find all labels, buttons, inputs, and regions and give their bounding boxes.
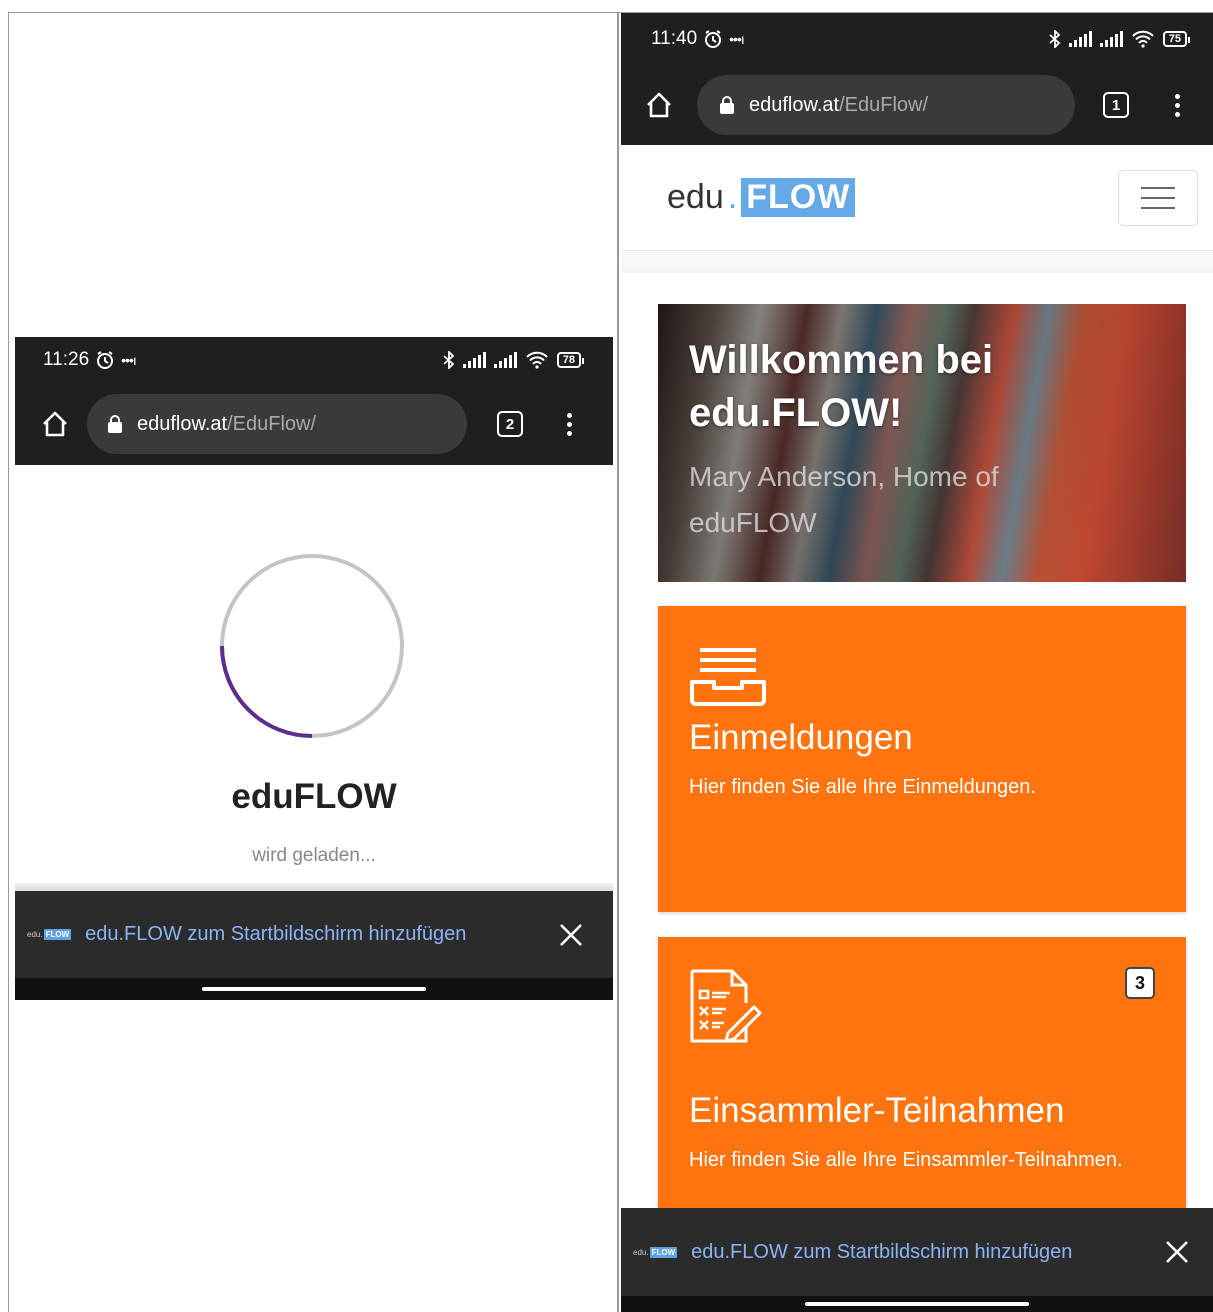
- home-button[interactable]: [35, 404, 75, 444]
- battery-icon: 78: [556, 352, 585, 368]
- tab-switcher-button[interactable]: 2: [497, 411, 523, 437]
- site-logo[interactable]: edu. FLOW: [667, 178, 856, 217]
- battery-icon: 75: [1162, 31, 1191, 47]
- mini-logo: edu. FLOW: [27, 929, 72, 940]
- url-path: /EduFlow/: [839, 93, 929, 116]
- inbox-tray-icon: [690, 648, 766, 706]
- alarm-icon: [97, 351, 114, 369]
- home-button[interactable]: [639, 85, 679, 125]
- bluetooth-icon: [1049, 30, 1061, 48]
- add-to-homescreen-banner[interactable]: edu. FLOW edu.FLOW zum Startbildschirm hi…: [621, 1208, 1213, 1296]
- url-host: eduflow.at: [749, 93, 840, 116]
- count-badge: 3: [1125, 967, 1155, 999]
- home-icon: [647, 92, 671, 118]
- nav-handle[interactable]: [805, 1302, 1029, 1306]
- card-einsammler-teilnahmen[interactable]: 3 Einsammler-Teilnahmen Hier finden Sie …: [658, 937, 1186, 1237]
- browser-menu-button[interactable]: [1167, 93, 1187, 117]
- more-notifications-icon: •••ı: [121, 352, 137, 368]
- tab-switcher-button[interactable]: 1: [1103, 92, 1129, 118]
- close-icon[interactable]: [1163, 1238, 1191, 1266]
- loading-app-name: eduFLOW: [231, 777, 397, 816]
- home-icon: [43, 411, 67, 437]
- content-shadow: [15, 883, 613, 891]
- address-bar[interactable]: eduflow.at/EduFlow/: [87, 394, 467, 454]
- signal-icon-2: [493, 352, 517, 368]
- card-description: Hier finden Sie alle Ihre Einsammler-Tei…: [689, 1149, 1123, 1171]
- loading-status-text: wird geladen...: [252, 845, 376, 866]
- panel-divider: [617, 12, 619, 1312]
- signal-icon-1: [1068, 31, 1092, 47]
- lock-icon: [720, 96, 734, 114]
- hero-subtitle: Mary Anderson, Home of eduFLOW: [689, 461, 999, 538]
- url-host: eduflow.at: [137, 412, 228, 435]
- welcome-hero: Willkommen bei edu.FLOW! Mary Anderson, …: [658, 304, 1186, 582]
- status-time: 11:26: [43, 349, 90, 370]
- card-title: Einmeldungen: [689, 718, 913, 757]
- status-bar: 11:26 •••ı 78: [15, 337, 613, 383]
- browser-toolbar: eduflow.at/EduFlow/ 1: [621, 65, 1213, 145]
- site-header: edu. FLOW: [621, 145, 1213, 251]
- card-description: Hier finden Sie alle Ihre Einmeldungen.: [689, 776, 1036, 798]
- wifi-icon: [526, 351, 548, 369]
- left-phone-screen: 11:26 •••ı 78 eduflow.at/EduFlow/ 2 eduF…: [15, 337, 613, 1000]
- gesture-nav-bar: [621, 1296, 1213, 1312]
- header-shadow: [621, 251, 1213, 273]
- lock-icon: [108, 415, 122, 433]
- signal-icon-1: [462, 352, 486, 368]
- spinner-progress-arc: [220, 645, 313, 738]
- hamburger-icon: [1141, 186, 1175, 189]
- checklist-edit-icon: [690, 969, 762, 1043]
- nav-handle[interactable]: [202, 987, 426, 991]
- right-phone-screen: 11:40 •••ı 75 eduflow.at/EduFlow/ 1 edu.…: [621, 13, 1213, 1312]
- address-bar[interactable]: eduflow.at/EduFlow/: [697, 75, 1075, 135]
- card-einmeldungen[interactable]: Einmeldungen Hier finden Sie alle Ihre E…: [658, 606, 1186, 912]
- add-to-homescreen-text[interactable]: edu.FLOW zum Startbildschirm hinzufügen: [691, 1241, 1163, 1264]
- status-bar: 11:40 •••ı 75: [621, 13, 1213, 65]
- gesture-nav-bar: [15, 978, 613, 1000]
- menu-toggle-button[interactable]: [1118, 169, 1198, 226]
- alarm-icon: [705, 30, 722, 48]
- close-icon[interactable]: [557, 921, 585, 949]
- loading-spinner: [220, 554, 404, 738]
- bluetooth-icon: [443, 351, 455, 369]
- browser-menu-button[interactable]: [559, 412, 579, 436]
- add-to-homescreen-text[interactable]: edu.FLOW zum Startbildschirm hinzufügen: [85, 923, 557, 946]
- more-notifications-icon: •••ı: [729, 31, 745, 47]
- mini-logo: edu. FLOW: [633, 1246, 678, 1258]
- signal-icon-2: [1099, 31, 1123, 47]
- url-path: /EduFlow/: [227, 412, 317, 435]
- status-time: 11:40: [651, 28, 698, 49]
- loading-screen: eduFLOW wird geladen...: [15, 465, 613, 883]
- hero-title: Willkommen bei edu.FLOW!: [689, 338, 994, 435]
- browser-toolbar: eduflow.at/EduFlow/ 2: [15, 383, 613, 465]
- wifi-icon: [1132, 30, 1154, 48]
- add-to-homescreen-banner[interactable]: edu. FLOW edu.FLOW zum Startbildschirm hi…: [15, 891, 613, 978]
- card-title: Einsammler-Teilnahmen: [689, 1091, 1065, 1130]
